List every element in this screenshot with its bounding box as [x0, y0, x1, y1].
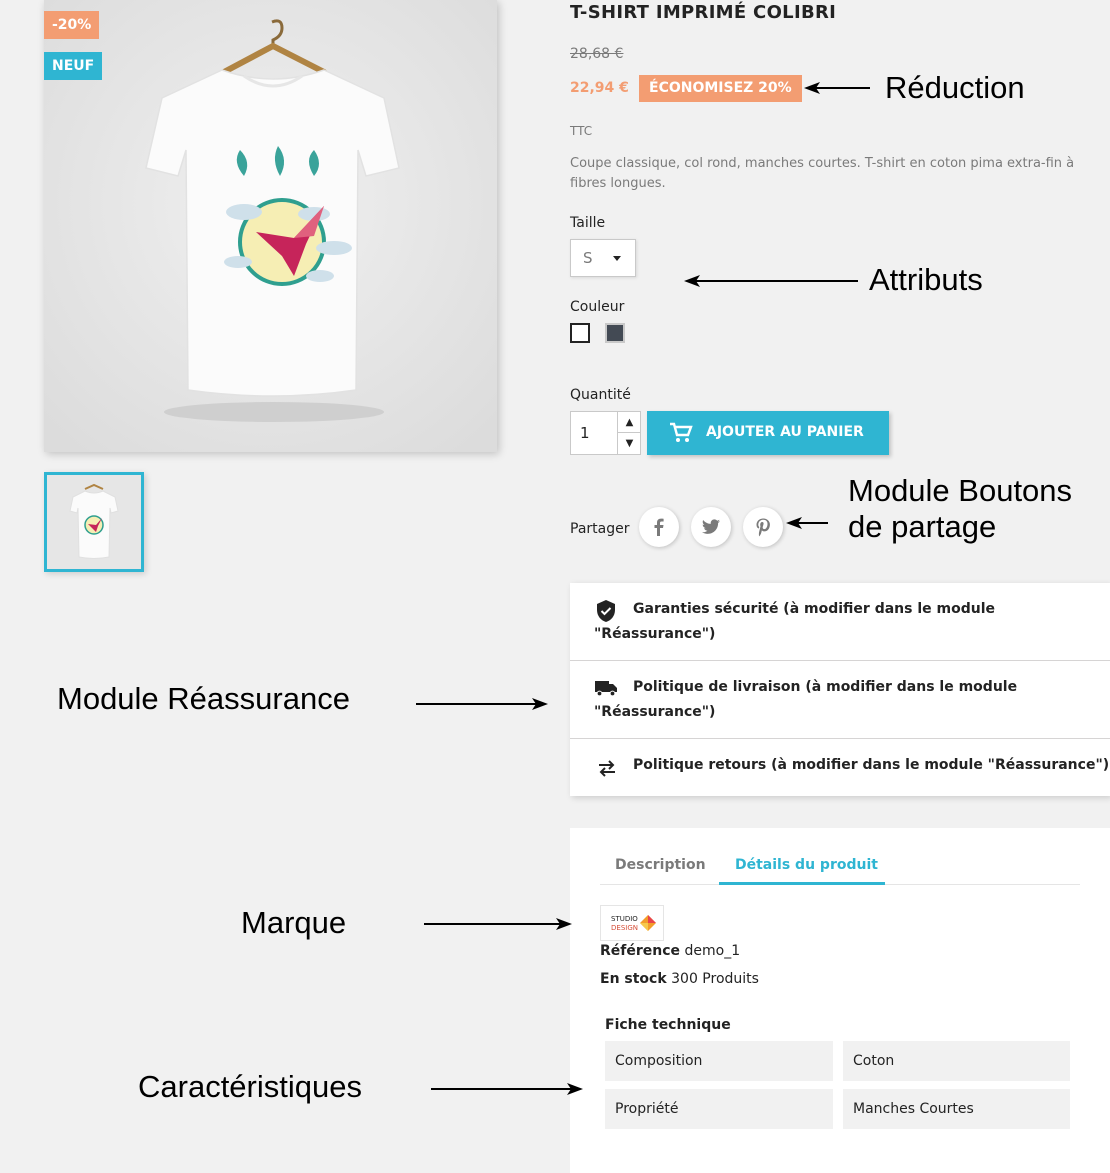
size-select[interactable]: S — [570, 239, 636, 277]
twitter-icon — [702, 519, 720, 534]
discount-badge: -20% — [44, 11, 100, 39]
add-to-cart-button[interactable]: AJOUTER AU PANIER — [647, 411, 889, 455]
pinterest-share-button[interactable] — [743, 507, 783, 547]
quantity-stepper: ▲ ▼ — [617, 412, 641, 454]
swap-arrows-icon — [599, 760, 615, 777]
product-thumbnail[interactable] — [44, 472, 144, 572]
annotation-attributs: Attributs — [869, 262, 983, 297]
brand-logo[interactable]: STUDIO DESIGN — [600, 905, 664, 941]
quantity-input[interactable]: 1 ▲ ▼ — [570, 411, 641, 455]
tab-product-details[interactable]: Détails du produit — [735, 857, 878, 873]
size-select-value: S — [583, 249, 593, 267]
size-label: Taille — [570, 215, 606, 231]
tshirt-image — [44, 0, 497, 452]
annotation-caracteristiques: Caractéristiques — [138, 1069, 362, 1104]
stock-value: 300 Produits — [671, 971, 759, 987]
product-title: T-SHIRT IMPRIMÉ COLIBRI — [570, 2, 837, 23]
product-short-description: Coupe classique, col rond, manches court… — [570, 156, 1075, 191]
product-main-image[interactable] — [44, 0, 497, 452]
arrow-left-icon — [684, 275, 858, 287]
feature-name: Composition — [605, 1041, 833, 1081]
facebook-share-button[interactable] — [639, 507, 679, 547]
tshirt-thumbnail-icon — [47, 475, 141, 569]
color-swatch-dark[interactable] — [605, 323, 625, 343]
datasheet-title: Fiche technique — [605, 1017, 731, 1033]
reassurance-text: Politique retours (à modifier dans le mo… — [633, 757, 1110, 773]
feature-value: Coton — [843, 1041, 1070, 1081]
arrow-left-icon — [804, 82, 870, 94]
pinterest-icon — [756, 518, 770, 537]
quantity-label: Quantité — [570, 387, 631, 403]
brand-logo-line1: STUDIO — [611, 915, 638, 923]
cart-icon — [670, 422, 693, 442]
reference-value: demo_1 — [684, 943, 741, 959]
add-to-cart-label: AJOUTER AU PANIER — [706, 424, 864, 440]
annotation-reassurance: Module Réassurance — [57, 681, 350, 716]
facebook-icon — [654, 518, 664, 536]
feature-name: Propriété — [605, 1089, 833, 1129]
feature-value: Manches Courtes — [843, 1089, 1070, 1129]
new-badge: NEUF — [44, 52, 103, 80]
arrow-right-icon — [431, 1083, 583, 1095]
tax-label: TTC — [570, 124, 593, 138]
regular-price: 28,68 € — [570, 46, 624, 62]
annotation-reduction: Réduction — [885, 70, 1025, 105]
tab-description[interactable]: Description — [615, 857, 706, 873]
increment-icon[interactable]: ▲ — [618, 412, 641, 433]
color-swatch-white[interactable] — [570, 323, 590, 343]
reassurance-text: Politique de livraison (à modifier dans … — [594, 679, 1018, 720]
annotation-marque: Marque — [241, 905, 347, 940]
share-label: Partager — [570, 521, 630, 537]
decrement-icon[interactable]: ▼ — [618, 433, 641, 454]
reassurance-item: Politique retours (à modifier dans le mo… — [570, 739, 1110, 796]
annotation-share-line1: Module Boutons — [848, 473, 1073, 508]
reassurance-block: Garanties sécurité (à modifier dans le m… — [570, 583, 1110, 796]
stock-label: En stock — [600, 971, 667, 987]
quantity-value: 1 — [580, 424, 590, 442]
arrow-right-icon — [424, 918, 572, 930]
arrow-right-icon — [416, 698, 548, 710]
annotation-share-line2: de partage — [848, 509, 997, 544]
arrow-left-icon — [786, 517, 828, 529]
brand-logo-line2: DESIGN — [611, 924, 638, 932]
product-stock: En stock 300 Produits — [600, 971, 759, 987]
current-price: 22,94 € — [570, 80, 629, 96]
reassurance-item: Garanties sécurité (à modifier dans le m… — [570, 583, 1110, 661]
save-badge: ÉCONOMISEZ 20% — [639, 75, 802, 102]
product-reference: Référence demo_1 — [600, 943, 740, 959]
reassurance-item: Politique de livraison (à modifier dans … — [570, 661, 1110, 739]
reassurance-text: Garanties sécurité (à modifier dans le m… — [594, 601, 996, 642]
active-tab-indicator — [719, 882, 885, 885]
caret-down-icon — [613, 256, 621, 261]
twitter-share-button[interactable] — [691, 507, 731, 547]
brand-diamond-icon — [640, 915, 656, 931]
reference-label: Référence — [600, 943, 681, 959]
color-label: Couleur — [570, 299, 625, 315]
